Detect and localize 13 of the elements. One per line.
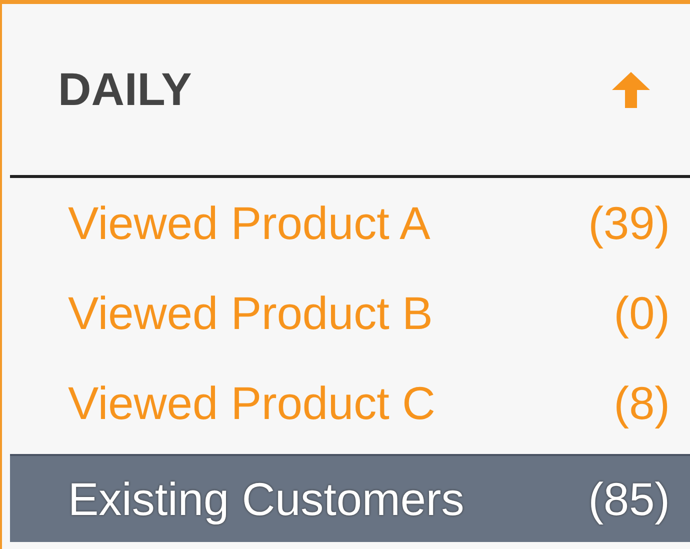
item-label: Viewed Product B xyxy=(68,286,433,340)
list-item[interactable]: Viewed Product A (39) xyxy=(10,178,690,268)
item-count: (85) xyxy=(588,472,670,526)
panel-title: DAILY xyxy=(58,62,192,117)
list-item[interactable]: Viewed Product C (8) xyxy=(10,358,690,448)
list-item[interactable]: Existing Customers (85) xyxy=(10,454,690,542)
list-item[interactable]: Viewed Product B (0) xyxy=(10,268,690,358)
item-label: Viewed Product A xyxy=(68,196,430,250)
item-count: (39) xyxy=(588,196,670,250)
item-label: Viewed Product C xyxy=(68,376,436,430)
item-count: (0) xyxy=(614,286,670,340)
item-count: (8) xyxy=(614,376,670,430)
item-label: Existing Customers xyxy=(68,472,464,526)
